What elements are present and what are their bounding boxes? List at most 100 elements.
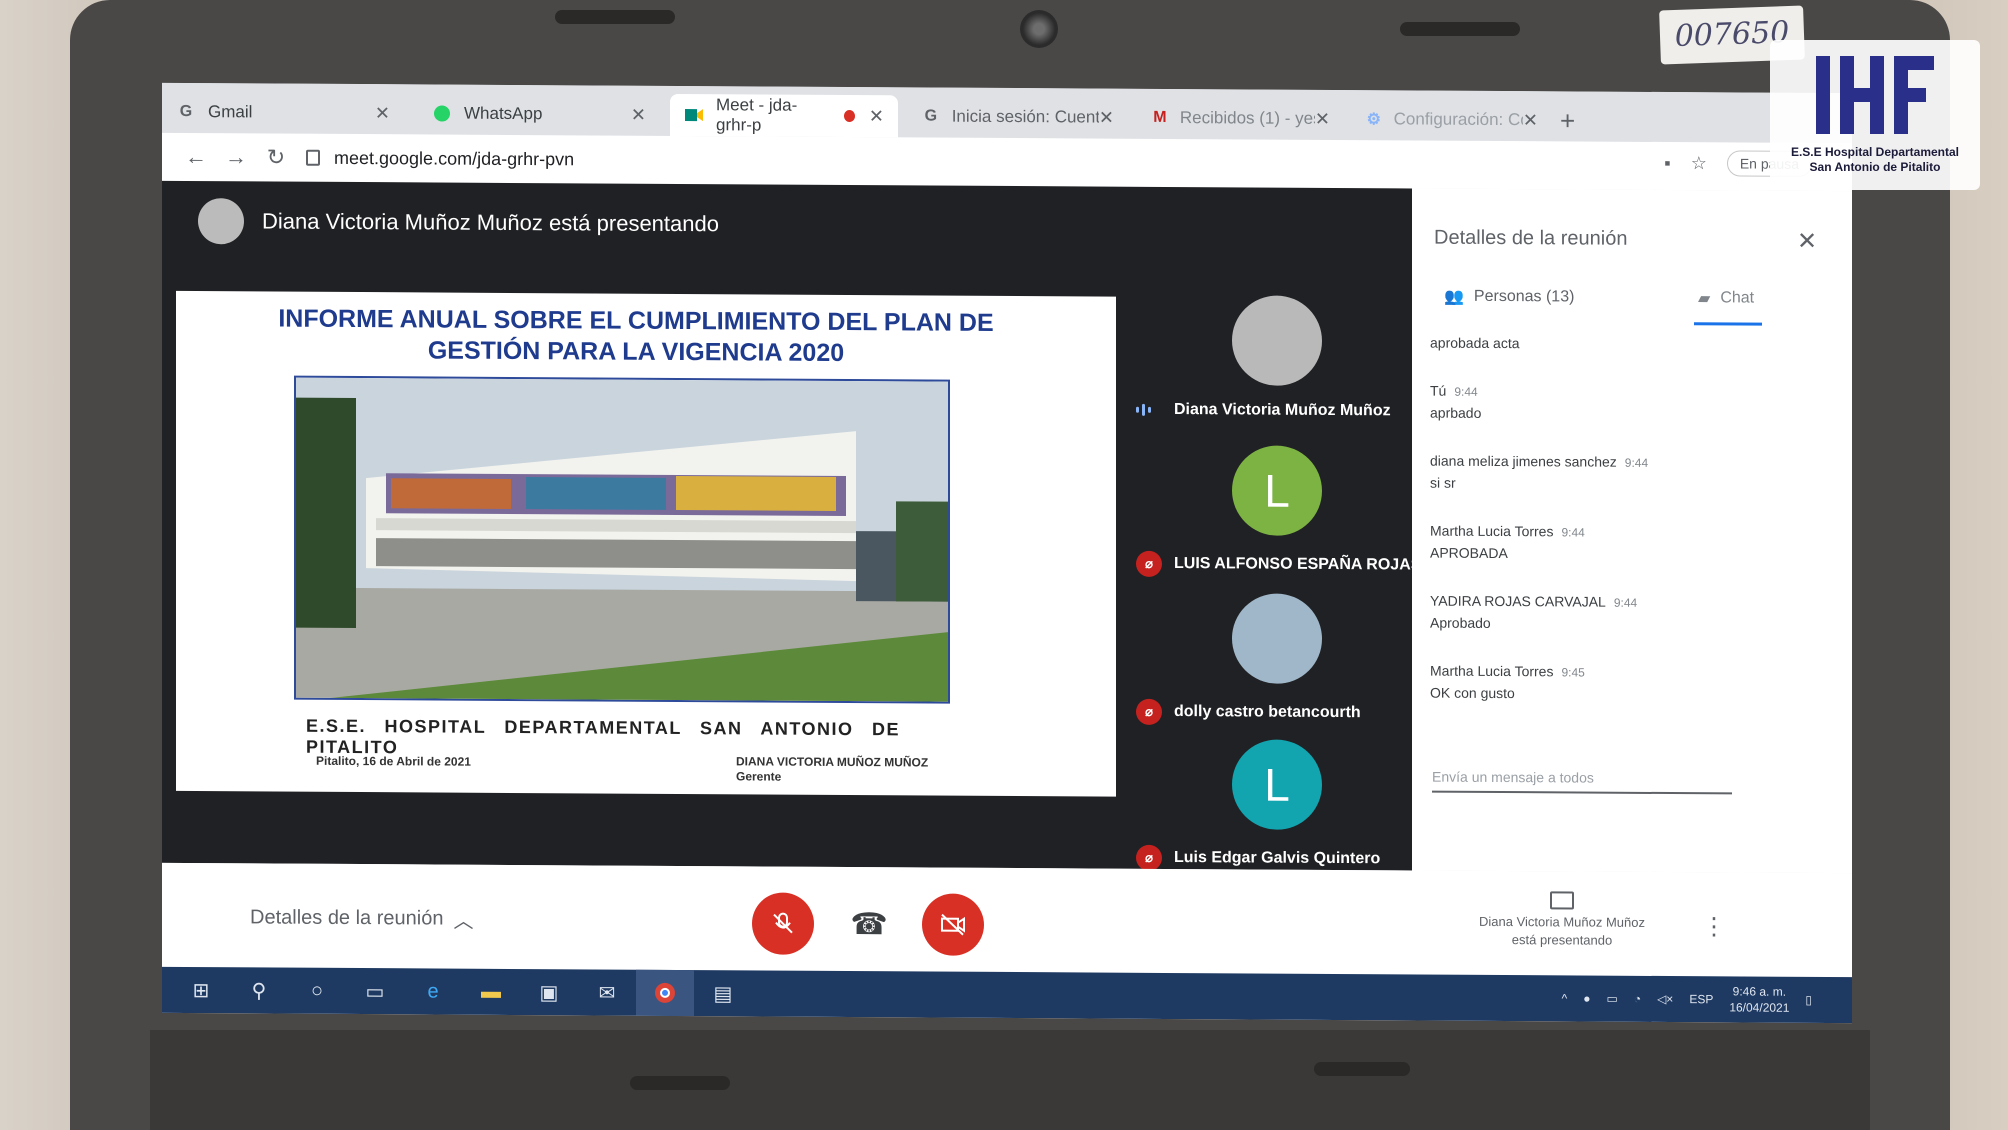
- tab-inbox[interactable]: M Recibidos (1) - yesidre ✕: [1138, 97, 1344, 140]
- presenting-name: Diana Victoria Muñoz Muñoz: [1479, 913, 1645, 930]
- forward-icon[interactable]: →: [216, 144, 256, 170]
- message-time: 9:44: [1561, 525, 1585, 540]
- mic-toggle-button[interactable]: [752, 892, 814, 955]
- tab-settings[interactable]: ⚙ Configuración: Contra ✕: [1352, 98, 1552, 141]
- close-icon[interactable]: ✕: [1099, 107, 1114, 128]
- camera-toggle-button[interactable]: [922, 893, 984, 956]
- language-indicator[interactable]: ESP: [1689, 992, 1713, 1006]
- mic-off-icon: ⌀: [1136, 698, 1162, 725]
- participant-tile[interactable]: Diana Victoria Muñoz Muñoz: [1122, 283, 1412, 435]
- whatsapp-icon: [432, 103, 452, 123]
- tab-label: Chat: [1720, 289, 1755, 307]
- tab-label: Configuración: Contra: [1393, 109, 1523, 130]
- chrome-icon[interactable]: [636, 969, 694, 1017]
- close-icon[interactable]: ✕: [869, 106, 884, 127]
- participant-label: LUIS ALFONSO ESPAÑA ROJAS: [1174, 555, 1422, 574]
- wifi-icon[interactable]: ◔: [1634, 992, 1641, 1006]
- recording-icon: [843, 110, 855, 123]
- participant-tile[interactable]: L ⌀ LUIS ALFONSO ESPAÑA ROJAS: [1122, 433, 1421, 585]
- panel-title: Detalles de la reunión: [1434, 226, 1628, 250]
- participant-tiles: Diana Victoria Muñoz Muñoz L ⌀ LUIS ALFO…: [1122, 283, 1421, 871]
- participant-label: Luis Edgar Galvis Quintero: [1174, 849, 1381, 868]
- bezel-notch: [555, 10, 675, 24]
- app-icon[interactable]: ▤: [694, 970, 752, 1016]
- laptop-base: [150, 1030, 1870, 1130]
- tab-chat[interactable]: ▰ Chat: [1698, 288, 1754, 308]
- participant-tile[interactable]: L ⌀ Luis Edgar Galvis Quintero: [1122, 727, 1412, 879]
- windows-start-icon[interactable]: ⊞: [172, 967, 230, 1013]
- close-icon[interactable]: ✕: [1315, 108, 1330, 129]
- close-icon[interactable]: ✕: [1523, 110, 1538, 131]
- task-view-icon[interactable]: ▭: [346, 968, 404, 1014]
- participant-tile[interactable]: ⌀ dolly castro betancourth: [1122, 581, 1412, 733]
- meet-controls: Detalles de la reunión ︿ ☎ Diana Victori…: [162, 862, 1852, 978]
- message-text: Aprobado: [1430, 614, 1491, 631]
- store-icon[interactable]: ▣: [520, 969, 578, 1015]
- participant-label: dolly castro betancourth: [1174, 703, 1361, 722]
- presenting-status[interactable]: Diana Victoria Muñoz Muñoz está presenta…: [1452, 891, 1672, 950]
- more-options-icon[interactable]: ⋮: [1702, 912, 1726, 941]
- tab-gmail[interactable]: G Gmail ✕: [162, 91, 404, 134]
- close-icon[interactable]: ✕: [1797, 227, 1817, 256]
- camera-icon[interactable]: ▪: [1664, 153, 1670, 174]
- participant-name: ⌀ LUIS ALFONSO ESPAÑA ROJAS: [1136, 550, 1422, 579]
- message-text: APROBADA: [1430, 544, 1508, 562]
- tab-label: Meet - jda-grhr-p: [716, 95, 798, 135]
- gmail-icon: M: [1153, 108, 1167, 126]
- reload-icon[interactable]: ↻: [256, 144, 296, 170]
- slide-title: INFORME ANUAL SOBRE EL CUMPLIMIENTO DEL …: [278, 304, 994, 368]
- chat-message: YADIRA ROJAS CARVAJAL 9:44 Aprobado: [1430, 593, 1830, 633]
- tab-signin[interactable]: G Inicia sesión: Cuentas ✕: [908, 95, 1128, 138]
- chat-input[interactable]: Envía un mensaje a todos: [1432, 768, 1732, 795]
- close-icon[interactable]: ✕: [375, 103, 390, 124]
- new-tab-button[interactable]: +: [1560, 105, 1575, 136]
- participant-label: Diana Victoria Muñoz Muñoz: [1174, 401, 1391, 420]
- message-sender: Martha Lucia Torres: [1430, 522, 1554, 540]
- bezel-notch: [1400, 22, 1520, 36]
- tab-whatsapp[interactable]: WhatsApp ✕: [418, 92, 660, 135]
- tab-label: Personas (13): [1473, 287, 1575, 306]
- message-text: aprobada acta: [1430, 334, 1520, 352]
- back-icon[interactable]: ←: [176, 144, 216, 170]
- tab-meet[interactable]: Meet - jda-grhr-p ✕: [670, 93, 898, 138]
- present-screen-icon: [1550, 891, 1574, 910]
- hang-up-button[interactable]: ☎: [838, 893, 900, 955]
- system-tray: ^ ● ▭ ◔ ◁× ESP 9:46 a. m. 16/04/2021 ▯: [1562, 975, 1812, 1023]
- cortana-icon[interactable]: ○: [288, 968, 346, 1014]
- meeting-details-toggle[interactable]: Detalles de la reunión ︿: [250, 903, 473, 933]
- slide-signer: DIANA VICTORIA MUÑOZ MUÑOZ Gerente: [736, 754, 928, 785]
- clock-date: 16/04/2021: [1729, 1000, 1790, 1015]
- volume-muted-icon[interactable]: ◁×: [1657, 992, 1673, 1006]
- phone-hangup-icon: ☎: [850, 907, 888, 941]
- mail-icon[interactable]: ✉: [578, 969, 636, 1015]
- signer-name: DIANA VICTORIA MUÑOZ MUÑOZ: [736, 754, 929, 770]
- address-bar[interactable]: meet.google.com/jda-grhr-pvn: [306, 147, 574, 170]
- microphone-icon[interactable]: ●: [1583, 992, 1590, 1006]
- signer-role: Gerente: [736, 769, 782, 784]
- clock[interactable]: 9:46 a. m. 16/04/2021: [1729, 983, 1789, 1015]
- star-icon[interactable]: ☆: [1691, 153, 1707, 174]
- tab-label: Inicia sesión: Cuentas: [951, 106, 1099, 127]
- google-icon: G: [924, 107, 938, 125]
- edge-icon[interactable]: e: [404, 968, 462, 1014]
- shared-slide: INFORME ANUAL SOBRE EL CUMPLIMIENTO DEL …: [176, 290, 1116, 797]
- close-icon[interactable]: ✕: [631, 104, 646, 125]
- participant-name: ⌀ dolly castro betancourth: [1136, 698, 1361, 726]
- meet-stage: Diana Victoria Muñoz Muñoz está presenta…: [162, 180, 1421, 871]
- notifications-icon[interactable]: ▯: [1805, 993, 1812, 1007]
- chevron-up-icon[interactable]: ^: [1562, 991, 1568, 1005]
- search-icon[interactable]: ⚲: [230, 967, 288, 1013]
- chat-message: Tú 9:44 aprbado: [1430, 383, 1830, 423]
- webcam: [1020, 10, 1058, 48]
- battery-icon[interactable]: ▭: [1606, 992, 1617, 1006]
- message-time: 9:44: [1624, 455, 1649, 470]
- message-time: 9:44: [1613, 595, 1638, 610]
- tab-label: Gmail: [208, 102, 253, 122]
- tab-people[interactable]: 👥 Personas (13): [1444, 287, 1574, 308]
- chat-messages: aprobada acta Tú 9:44 aprbado diana meliz…: [1430, 335, 1830, 735]
- message-text: OK con gusto: [1430, 684, 1515, 702]
- folder-icon[interactable]: ▬: [462, 969, 520, 1015]
- meeting-details-panel: Detalles de la reunión ✕ 👥 Personas (13)…: [1412, 188, 1852, 874]
- chevron-up-icon: ︿: [453, 910, 474, 933]
- tab-label: WhatsApp: [464, 103, 543, 124]
